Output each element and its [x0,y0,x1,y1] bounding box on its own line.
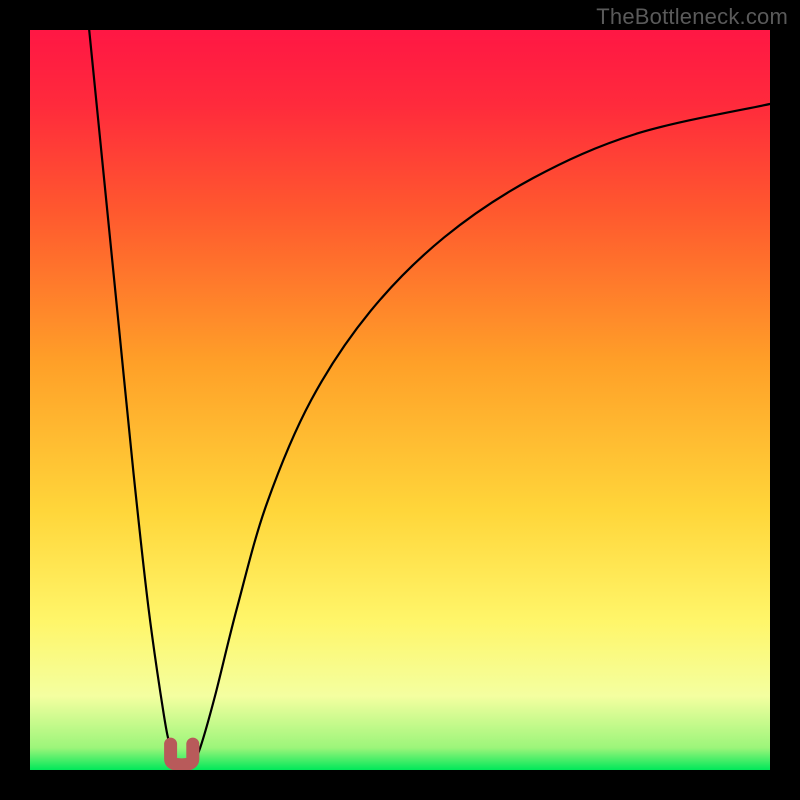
gradient-background [30,30,770,770]
chart-frame: TheBottleneck.com [0,0,800,800]
bottleneck-chart [30,30,770,770]
watermark-label: TheBottleneck.com [596,4,788,30]
